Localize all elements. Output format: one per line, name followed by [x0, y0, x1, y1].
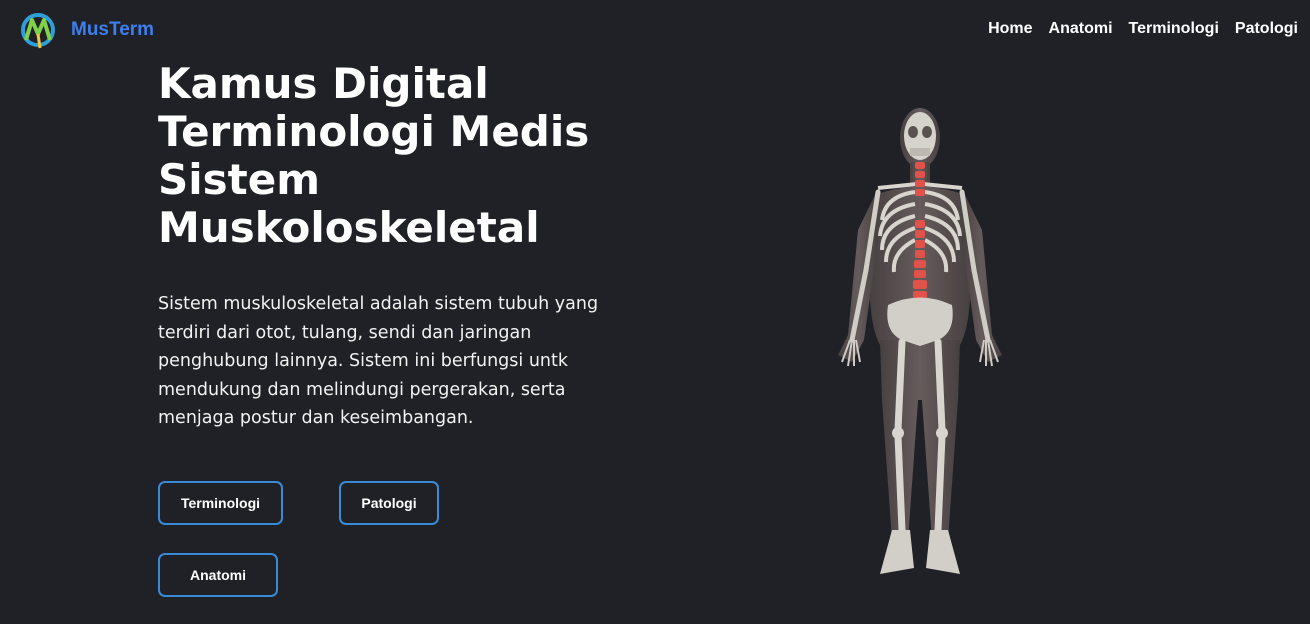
patologi-button[interactable]: Patologi [339, 481, 439, 525]
hero-description-line: menjaga postur dan keseimbangan. [158, 408, 474, 428]
hero-description-line: penghubung lainnya. Sistem ini berfungsi… [158, 351, 569, 371]
brand-link[interactable]: MusTerm [71, 19, 154, 41]
hero-title-line: Terminologi Medis [158, 107, 590, 156]
hero-title-line: Kamus Digital [158, 59, 489, 108]
hero-description: Sistem muskuloskeletal adalah sistem tub… [158, 290, 648, 433]
nav-link-terminologi[interactable]: Terminologi [1129, 20, 1219, 38]
nav-link-patologi[interactable]: Patologi [1235, 20, 1298, 38]
nav-links: Home Anatomi Terminologi Patologi [988, 20, 1298, 38]
hero-title-line: Sistem [158, 155, 320, 204]
hero-description-line: mendukung dan melindungi pergerakan, ser… [158, 379, 566, 400]
hero-description-line: Sistem muskuloskeletal adalah sistem tub… [158, 294, 599, 314]
nav-link-home[interactable]: Home [988, 20, 1032, 38]
terminologi-button[interactable]: Terminologi [158, 481, 283, 525]
hero-title: Kamus Digital Terminologi Medis Sistem M… [158, 60, 678, 252]
skeleton-illustration [838, 108, 1002, 574]
anatomi-button[interactable]: Anatomi [158, 553, 278, 597]
left-foot [880, 530, 914, 574]
hero-description-line: terdiri dari otot, tulang, sendi dan jar… [158, 322, 532, 343]
right-foot [926, 530, 960, 574]
navbar: MusTerm Home Anatomi Terminologi Patolog… [0, 0, 1310, 62]
musterm-logo-icon[interactable] [18, 8, 58, 52]
nav-link-anatomi[interactable]: Anatomi [1049, 20, 1113, 38]
hero-title-line: Muskoloskeletal [158, 203, 540, 252]
